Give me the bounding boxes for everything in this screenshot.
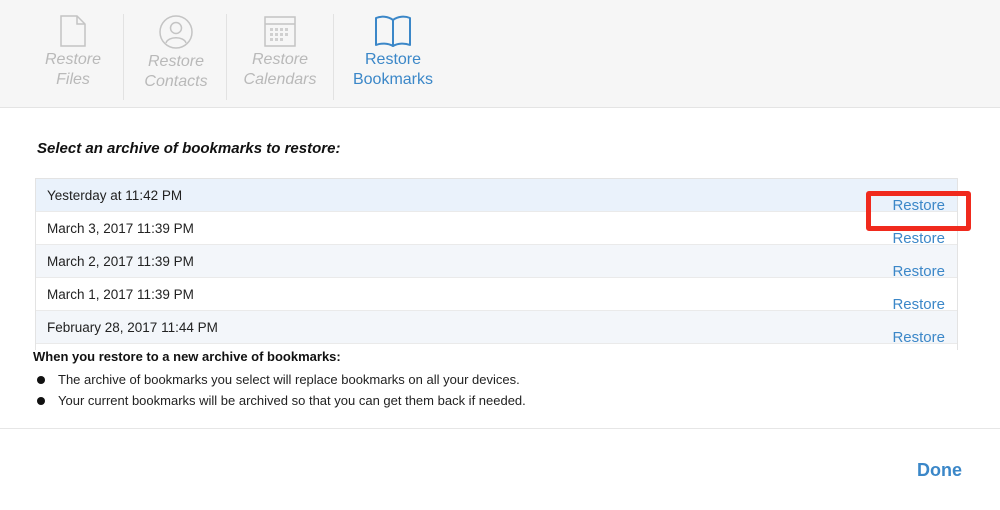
tab-label-line1: Restore (364, 51, 422, 68)
tab-label-line2: Bookmarks (352, 71, 434, 88)
info-title: When you restore to a new archive of boo… (33, 349, 341, 364)
calendar-icon (264, 16, 296, 47)
archive-list[interactable]: Yesterday at 11:42 PM Restore March 3, 2… (35, 178, 958, 350)
restore-info: When you restore to a new archive of boo… (33, 349, 733, 411)
tab-label-line2: Contacts (144, 73, 208, 90)
archive-row[interactable]: March 2, 2017 11:39 PM Restore (36, 245, 957, 280)
info-bullet: Your current bookmarks will be archived … (33, 390, 733, 411)
restore-toolbar: Restore Files Restore Contacts Restore C… (0, 0, 1000, 108)
highlight-box (866, 191, 971, 231)
page-title: Select an archive of bookmarks to restor… (37, 140, 341, 157)
tab-restore-contacts[interactable]: Restore Contacts (135, 10, 217, 102)
tab-label-line1: Restore (147, 53, 205, 70)
archive-date: March 2, 2017 11:39 PM (47, 254, 194, 269)
archive-row[interactable]: February 28, 2017 11:44 PM Restore (36, 311, 957, 346)
tab-label-line2: Files (56, 71, 90, 88)
tab-divider (333, 14, 334, 100)
tab-divider (123, 14, 124, 100)
contact-icon (159, 15, 193, 49)
tab-restore-bookmarks[interactable]: Restore Bookmarks (346, 10, 440, 102)
archive-date: February 28, 2017 11:44 PM (47, 320, 218, 335)
file-icon (60, 15, 86, 47)
tab-divider (226, 14, 227, 100)
bullet-icon (37, 397, 45, 405)
tab-label-line2: Calendars (243, 71, 317, 88)
archive-row[interactable]: March 1, 2017 11:39 PM Restore (36, 278, 957, 313)
archive-row[interactable]: Yesterday at 11:42 PM Restore (36, 179, 957, 214)
footer-divider (0, 428, 1000, 429)
info-bullet-text: Your current bookmarks will be archived … (58, 393, 526, 408)
archive-row[interactable]: March 3, 2017 11:39 PM Restore (36, 212, 957, 247)
tab-label-line1: Restore (251, 51, 309, 68)
tab-restore-files[interactable]: Restore Files (32, 10, 114, 102)
archive-date: March 1, 2017 11:39 PM (47, 287, 194, 302)
archive-date: March 3, 2017 11:39 PM (47, 221, 194, 236)
bullet-icon (37, 376, 45, 384)
restore-button[interactable]: Restore (892, 329, 945, 346)
archive-date: Yesterday at 11:42 PM (47, 188, 183, 203)
tab-restore-calendars[interactable]: Restore Calendars (238, 10, 322, 102)
tab-label-line1: Restore (44, 51, 102, 68)
info-bullet: The archive of bookmarks you select will… (33, 369, 733, 390)
book-icon (375, 15, 411, 47)
info-bullet-text: The archive of bookmarks you select will… (58, 372, 520, 387)
done-button[interactable]: Done (917, 460, 962, 481)
